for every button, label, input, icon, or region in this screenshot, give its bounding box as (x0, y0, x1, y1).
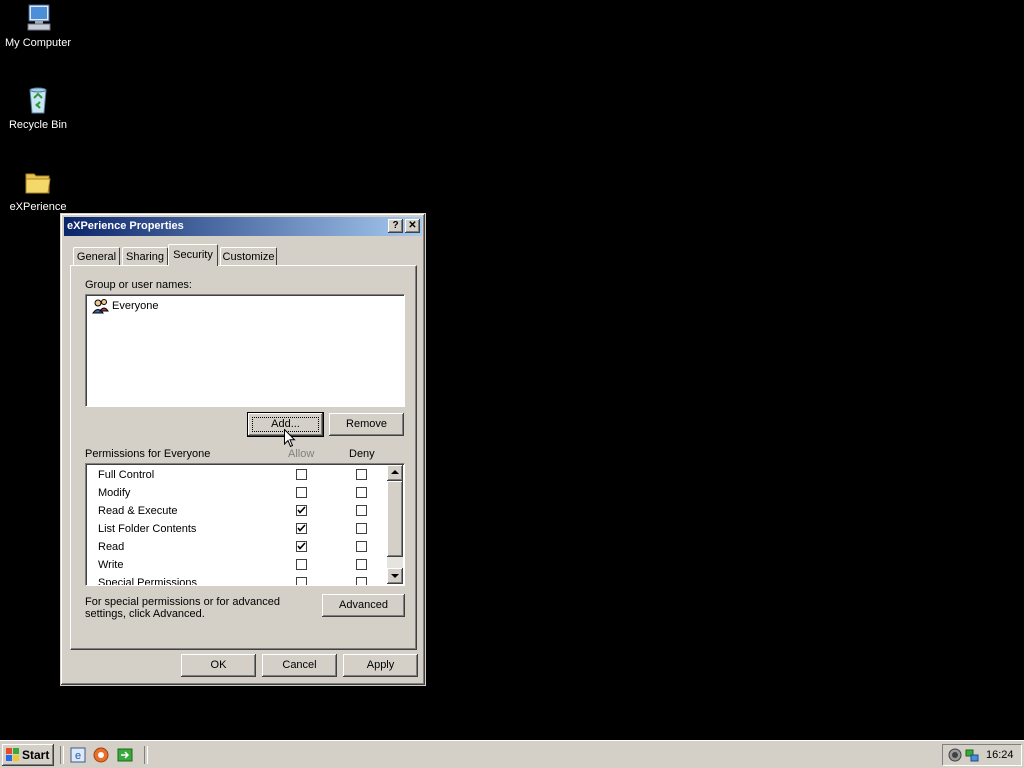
computer-icon (22, 2, 54, 34)
deny-checkbox[interactable] (356, 559, 367, 570)
apply-button[interactable]: Apply (343, 654, 418, 677)
permission-row: Read (98, 538, 398, 556)
allow-checkbox[interactable] (296, 469, 307, 480)
permission-row: Full Control (98, 466, 398, 484)
arrow-down-icon (391, 574, 399, 578)
tab-general[interactable]: General (73, 247, 120, 265)
allow-checkbox[interactable] (296, 541, 307, 552)
scroll-up-button[interactable] (387, 465, 403, 481)
allow-checkbox[interactable] (296, 523, 307, 534)
mouse-cursor-icon (284, 429, 296, 448)
permission-name: Full Control (98, 469, 155, 481)
permissions-scrollbar[interactable] (387, 465, 403, 584)
allow-checkbox[interactable] (296, 559, 307, 570)
deny-checkbox[interactable] (356, 505, 367, 516)
tab-security[interactable]: Security (168, 244, 218, 266)
system-tray: 16:24 (942, 744, 1022, 766)
permission-name: List Folder Contents (98, 523, 197, 535)
user-group-icon (92, 298, 109, 314)
desktop-icon-label: My Computer (4, 37, 72, 49)
advanced-note: For special permissions or for advanced … (85, 596, 281, 620)
user-list[interactable]: Everyone (85, 294, 405, 407)
deny-checkbox[interactable] (356, 523, 367, 534)
advanced-button[interactable]: Advanced (322, 594, 405, 617)
deny-checkbox[interactable] (356, 577, 367, 585)
desktop-icon-label: eXPerience (9, 201, 67, 213)
user-name: Everyone (112, 300, 159, 312)
permission-name: Read (98, 541, 125, 553)
folder-icon (22, 166, 54, 198)
deny-header: Deny (349, 448, 375, 460)
permission-name: Special Permissions (98, 577, 198, 586)
desktop-icon-my-computer[interactable]: My Computer (0, 2, 76, 49)
deny-checkbox[interactable] (356, 541, 367, 552)
security-panel: Group or user names: Everyone Add... Rem… (70, 265, 417, 650)
show-desktop-icon[interactable] (117, 747, 133, 763)
start-label: Start (22, 748, 50, 762)
deny-checkbox[interactable] (356, 487, 367, 498)
taskbar-separator (60, 746, 64, 764)
cancel-button[interactable]: Cancel (262, 654, 337, 677)
permission-row: List Folder Contents (98, 520, 398, 538)
tab-customize[interactable]: Customize (220, 247, 277, 265)
help-button[interactable]: ? (388, 219, 403, 233)
allow-checkbox[interactable] (296, 577, 307, 585)
permission-row: Read & Execute (98, 502, 398, 520)
permissions-list[interactable]: Full Control Modify Read & Execute List Fol… (85, 463, 405, 586)
windows-logo-icon (6, 748, 19, 761)
permission-row: Write (98, 556, 398, 574)
scroll-down-button[interactable] (387, 568, 403, 584)
remove-button[interactable]: Remove (329, 413, 404, 436)
list-item[interactable]: Everyone (90, 297, 402, 315)
permission-name: Read & Execute (98, 505, 178, 517)
browser-icon[interactable] (93, 747, 109, 763)
desktop-icon-experience[interactable]: eXPerience (0, 166, 76, 213)
ie-icon[interactable]: e (70, 747, 86, 763)
ok-button[interactable]: OK (181, 654, 256, 677)
permission-row: Special Permissions (98, 574, 398, 586)
allow-checkbox[interactable] (296, 487, 307, 498)
tab-sharing[interactable]: Sharing (122, 247, 168, 265)
permission-name: Modify (98, 487, 131, 499)
svg-text:e: e (75, 750, 81, 762)
scroll-thumb[interactable] (387, 481, 403, 557)
clock[interactable]: 16:24 (986, 745, 1014, 765)
arrow-up-icon (391, 470, 399, 474)
deny-checkbox[interactable] (356, 469, 367, 480)
shield-tray-icon[interactable] (947, 747, 963, 763)
taskbar: Start e 16:24 (0, 740, 1024, 768)
group-label: Group or user names: (85, 279, 192, 291)
permission-name: Write (98, 559, 124, 571)
permission-row: Modify (98, 484, 398, 502)
start-button[interactable]: Start (2, 744, 54, 766)
allow-header: Allow (288, 448, 315, 460)
taskbar-separator (144, 746, 148, 764)
properties-dialog: eXPerience Properties ? ✕ General Sharin… (60, 213, 426, 686)
close-button[interactable]: ✕ (405, 219, 420, 233)
recycle-bin-icon (22, 84, 54, 116)
desktop-icon-label: Recycle Bin (8, 119, 68, 131)
dialog-title: eXPerience Properties (67, 220, 184, 232)
title-bar[interactable]: eXPerience Properties ? ✕ (64, 217, 422, 236)
allow-checkbox[interactable] (296, 505, 307, 516)
desktop-icon-recycle-bin[interactable]: Recycle Bin (0, 84, 76, 131)
network-tray-icon[interactable] (964, 747, 980, 763)
permissions-label: Permissions for Everyone (85, 448, 211, 460)
